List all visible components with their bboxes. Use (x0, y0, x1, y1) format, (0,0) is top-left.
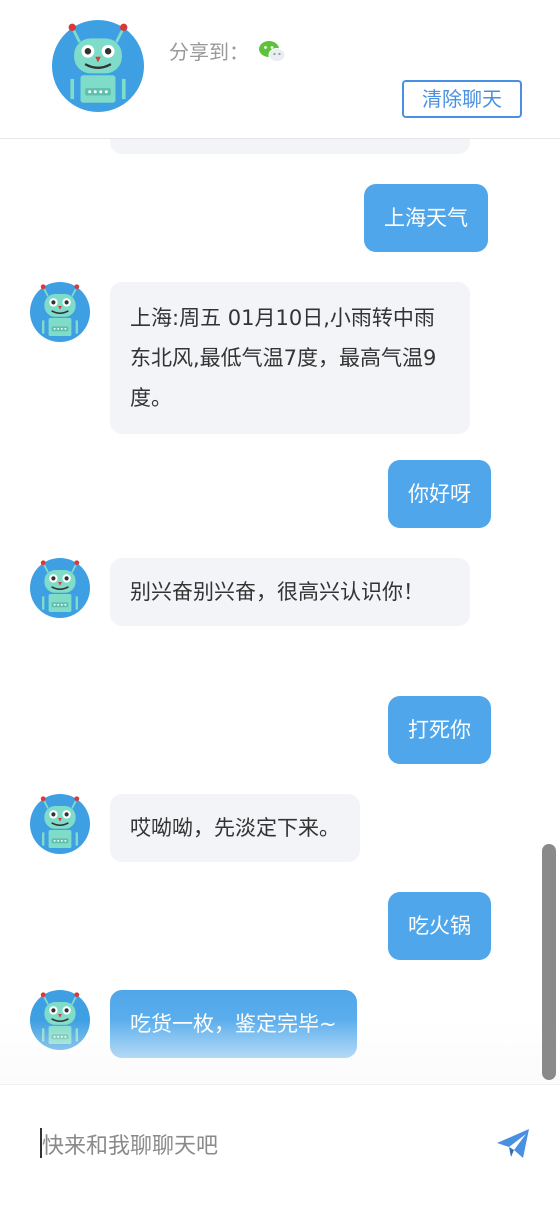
input-bar (0, 1084, 560, 1209)
share-bar: 分享到： (169, 36, 287, 65)
bot-avatar-icon (30, 794, 90, 854)
bot-message-bubble: 哎呦呦，先淡定下来。 (110, 794, 360, 862)
bot-avatar-icon (30, 990, 90, 1050)
message-input[interactable] (40, 1125, 474, 1167)
bot-avatar-icon (52, 20, 144, 112)
bot-avatar-icon (30, 558, 90, 618)
bot-message-bubble: 吃货一枚，鉴定完毕~ (110, 990, 357, 1058)
user-message-bubble: 打死你 (388, 696, 491, 764)
bot-message-bubble: 别兴奋别兴奋，很高兴认识你！ (110, 558, 470, 626)
chat-header: 分享到： 清除聊天 (0, 0, 560, 139)
send-icon[interactable] (496, 1128, 530, 1160)
user-message-bubble: 上海天气 (364, 184, 488, 252)
bot-avatar-icon (30, 282, 90, 342)
wechat-icon[interactable] (257, 39, 287, 63)
clear-chat-button[interactable]: 清除聊天 (402, 80, 522, 118)
user-message-bubble: 你好呀 (388, 460, 491, 528)
user-message-bubble: 吃火锅 (388, 892, 491, 960)
text-cursor (40, 1128, 42, 1158)
bot-message-bubble (110, 138, 470, 154)
bot-message-bubble: 上海:周五 01月10日,小雨转中雨 东北风,最低气温7度，最高气温9度。 (110, 282, 470, 434)
chat-scrollbar[interactable] (542, 844, 556, 1080)
chat-messages[interactable]: 上海天气 上海:周五 01月10日,小雨转中雨 东北风,最低气温7度，最高气温9… (0, 138, 560, 1084)
share-label: 分享到： (169, 40, 249, 64)
